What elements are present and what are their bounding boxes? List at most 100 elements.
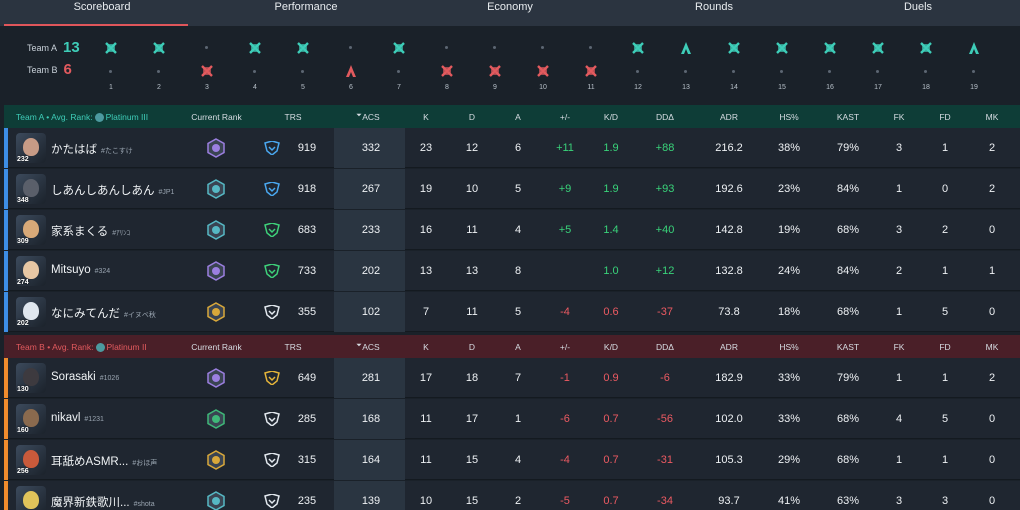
agent-portrait: [23, 491, 39, 509]
player-name[interactable]: 耳舐めASMR...: [51, 456, 128, 468]
player-name-block[interactable]: 魔界新鉄歌川... #shota: [51, 494, 155, 510]
col-header-current-rank[interactable]: Current Rank: [189, 112, 244, 122]
col-header-acs[interactable]: ACS: [351, 342, 391, 352]
col-header-mk[interactable]: MK: [972, 342, 1012, 352]
col-header-acs[interactable]: ACS: [351, 112, 391, 122]
round-19[interactable]: 19: [963, 26, 985, 96]
col-header-a[interactable]: A: [498, 112, 538, 122]
rank-icon: [206, 368, 226, 388]
player-row[interactable]: 130 Sorasaki #1026 649 281 17 18 7 -1 0.9 -6 182.9 3…: [4, 358, 1020, 398]
player-row[interactable]: 256 耳舐めASMR... #おほ声 315 164 11 15 4 -4 0.7 -31 105.…: [4, 440, 1020, 480]
round-number: 19: [970, 84, 978, 91]
round-13[interactable]: 13: [675, 26, 697, 96]
round-10[interactable]: 10: [532, 26, 554, 96]
round-9[interactable]: 9: [484, 26, 506, 96]
col-header-adr[interactable]: ADR: [709, 112, 749, 122]
player-name-block[interactable]: 家系まくる #ｱﾘﾝｺ: [51, 223, 130, 239]
col-header-kd[interactable]: K/D: [591, 112, 631, 122]
col-header-d[interactable]: D: [452, 342, 492, 352]
round-2[interactable]: 2: [148, 26, 170, 96]
tab-duels[interactable]: Duels: [816, 0, 1020, 26]
player-name[interactable]: しあんしあんしあん: [51, 185, 155, 197]
player-name[interactable]: なにみてんだ: [51, 308, 120, 320]
round-5[interactable]: 5: [292, 26, 314, 96]
col-header-d[interactable]: D: [452, 112, 492, 122]
player-row[interactable]: 348 しあんしあんしあん #JP1 918 267 19 10 5 +9 1.9 +93 192.6…: [4, 169, 1020, 209]
round-timeline: Team A 13 Team B 6 1 2 3 4 5 6 7 8 9 10 11 12 13 14 15…: [0, 26, 1020, 102]
col-header-dd[interactable]: DDΔ: [645, 342, 685, 352]
col-header-kd[interactable]: K/D: [591, 342, 631, 352]
player-row[interactable]: 魔界新鉄歌川... #shota 235 139 10 15 2 -5 0.7 -34 93.7 41…: [4, 481, 1020, 510]
col-header-fk[interactable]: FK: [879, 112, 919, 122]
col-header-a[interactable]: A: [498, 342, 538, 352]
stat-fk: 3: [895, 495, 903, 507]
tab-scoreboard[interactable]: Scoreboard: [0, 0, 204, 26]
col-header-pm[interactable]: +/-: [545, 112, 585, 122]
player-row[interactable]: 309 家系まくる #ｱﾘﾝｺ 683 233 16 11 4 +5 1.4 +40 142.8 19%…: [4, 210, 1020, 250]
player-row[interactable]: 202 なにみてんだ #イヌベ秋 355 102 7 11 5 -4 0.6 -37 73.8 18% 6…: [4, 292, 1020, 332]
col-header-pm[interactable]: +/-: [545, 342, 585, 352]
round-18[interactable]: 18: [915, 26, 937, 96]
col-header-k[interactable]: K: [406, 112, 446, 122]
round-4[interactable]: 4: [244, 26, 266, 96]
col-header-mk[interactable]: MK: [972, 112, 1012, 122]
player-name[interactable]: Sorasaki: [51, 371, 96, 383]
col-header-hs[interactable]: HS%: [769, 112, 809, 122]
round-6[interactable]: 6: [340, 26, 362, 96]
stat-trs: 683: [297, 224, 317, 236]
tab-performance[interactable]: Performance: [204, 0, 408, 26]
col-header-dd[interactable]: DDΔ: [645, 112, 685, 122]
agent-portrait: [23, 220, 39, 238]
player-name[interactable]: 家系まくる: [51, 226, 108, 238]
tab-economy[interactable]: Economy: [408, 0, 612, 26]
col-header-fk[interactable]: FK: [879, 342, 919, 352]
player-name-block[interactable]: 耳舐めASMR... #おほ声: [51, 453, 157, 469]
round-7[interactable]: 7: [388, 26, 410, 96]
player-name-block[interactable]: なにみてんだ #イヌベ秋: [51, 305, 156, 321]
round-15[interactable]: 15: [771, 26, 793, 96]
tab-rounds[interactable]: Rounds: [612, 0, 816, 26]
round-1[interactable]: 1: [100, 26, 122, 96]
col-header-hs[interactable]: HS%: [769, 342, 809, 352]
elimination-win-icon: [152, 41, 166, 55]
player-name-block[interactable]: しあんしあんしあん #JP1: [51, 182, 174, 198]
round-14[interactable]: 14: [723, 26, 745, 96]
col-header-trs[interactable]: TRS: [273, 112, 313, 122]
round-12[interactable]: 12: [627, 26, 649, 96]
player-row[interactable]: 160 nikavl #1231 285 168 11 17 1 -6 0.7 -56 102.0 33…: [4, 399, 1020, 439]
elimination-win-icon: [296, 41, 310, 55]
player-name[interactable]: かたはば: [51, 144, 97, 156]
round-3[interactable]: 3: [196, 26, 218, 96]
col-header-trs[interactable]: TRS: [273, 342, 313, 352]
col-header-kast[interactable]: KAST: [828, 342, 868, 352]
round-16[interactable]: 16: [819, 26, 841, 96]
player-name[interactable]: 魔界新鉄歌川...: [51, 497, 130, 509]
player-name-block[interactable]: nikavl #1231: [51, 412, 104, 424]
col-header-adr[interactable]: ADR: [709, 342, 749, 352]
elimination-win-icon: [919, 41, 933, 55]
col-header-kast[interactable]: KAST: [828, 112, 868, 122]
stat-d: 11: [466, 224, 478, 236]
stat-adr: 132.8: [715, 265, 743, 277]
col-header-fd[interactable]: FD: [925, 342, 965, 352]
trs-tier-icon: [264, 222, 280, 238]
round-11[interactable]: 11: [580, 26, 602, 96]
player-row[interactable]: 232 かたはば #たこすけ 919 332 23 12 6 +11 1.9 +88 216.2 38%…: [4, 128, 1020, 168]
stat-trs: 733: [297, 265, 317, 277]
player-name-block[interactable]: Sorasaki #1026: [51, 371, 119, 383]
player-name-block[interactable]: Mitsuyo #324: [51, 264, 110, 276]
elimination-win-icon: [488, 64, 502, 78]
round-8[interactable]: 8: [436, 26, 458, 96]
round-17[interactable]: 17: [867, 26, 889, 96]
col-header-k[interactable]: K: [406, 342, 446, 352]
col-header-fd[interactable]: FD: [925, 112, 965, 122]
stat-d: 10: [465, 183, 479, 195]
player-name[interactable]: Mitsuyo: [51, 264, 91, 276]
player-name[interactable]: nikavl: [51, 412, 80, 424]
player-tag: #ｱﾘﾝｺ: [112, 230, 131, 237]
player-row[interactable]: 274 Mitsuyo #324 733 202 13 13 8 1.0 +12 132.8 24% 8…: [4, 251, 1020, 291]
player-name-block[interactable]: かたはば #たこすけ: [51, 141, 133, 157]
stat-mk: 1: [988, 265, 996, 277]
stat-dd: +93: [655, 183, 675, 195]
col-header-current-rank[interactable]: Current Rank: [189, 342, 244, 352]
